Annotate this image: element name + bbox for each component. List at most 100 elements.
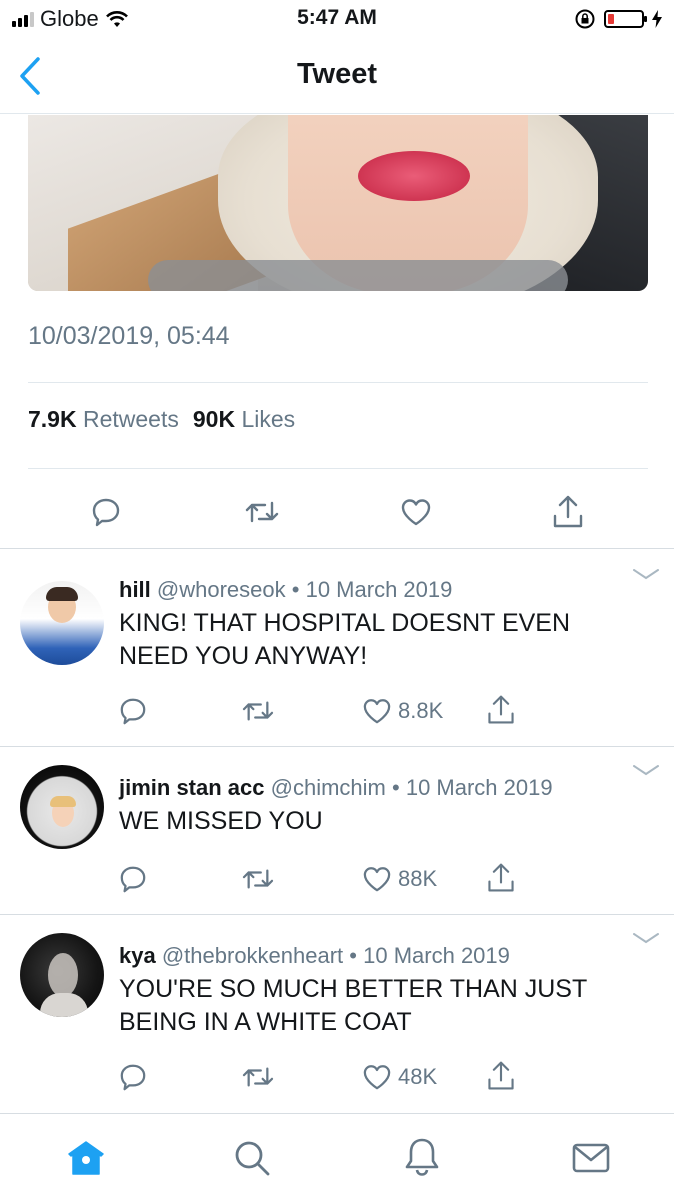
reply-text: WE MISSED YOU [119,805,639,838]
reply-author-name[interactable]: jimin stan acc [119,775,265,800]
avatar[interactable] [20,933,104,1017]
heart-icon [363,1065,391,1090]
reply-actions: 88K [0,861,674,897]
retweet-icon [242,701,274,721]
divider [28,382,648,383]
mail-icon [572,1143,610,1173]
dot-separator: • [392,775,400,800]
like-button[interactable] [360,1061,394,1093]
reply-icon [120,866,146,893]
like-button[interactable] [398,494,434,530]
tweet-timestamp: 10/03/2019, 05:44 [28,322,230,350]
retweet-button[interactable] [242,494,282,530]
reply-date: 10 March 2019 [405,775,553,800]
reply-button[interactable] [117,1061,149,1093]
reply-header: hill @whoreseok • 10 March 2019 [119,577,452,603]
retweets-stat[interactable]: 7.9K Retweets [28,406,179,433]
share-button[interactable] [484,693,518,727]
status-bar: Globe 5:47 AM [0,0,674,38]
share-button[interactable] [484,1059,518,1093]
tab-home[interactable] [64,1136,108,1180]
reply-date: 10 March 2019 [305,577,453,602]
reply-text-line: NEED YOU ANYWAY! [119,642,368,670]
divider [28,468,648,469]
tweet-actions [0,488,674,536]
share-icon [488,863,514,892]
battery-icon [604,10,647,28]
reply-item[interactable]: hill @whoreseok • 10 March 2019 KING! TH… [0,549,674,745]
heart-icon [363,867,391,892]
reply-text-line: BEING IN A WHITE COAT [119,1008,412,1036]
tab-notifications[interactable] [400,1134,444,1180]
charging-bolt-icon [652,10,662,28]
retweet-icon [242,1067,274,1087]
reply-text-line: KING! THAT HOSPITAL DOESNT EVEN [119,609,571,637]
tab-bar [0,1113,674,1200]
reply-icon [120,698,146,725]
reply-button[interactable] [88,494,124,530]
avatar[interactable] [20,581,104,665]
reply-text: YOU'RE SO MUCH BETTER THAN JUST BEING IN… [119,973,639,1039]
battery-level [608,14,614,24]
reply-button[interactable] [117,863,149,895]
share-icon [488,1061,514,1090]
retweets-label: Retweets [82,406,179,432]
reply-header: kya @thebrokkenheart • 10 March 2019 [119,943,510,969]
likes-label: Likes [241,406,296,432]
tab-messages[interactable] [568,1138,614,1178]
reply-actions: 8.8K [0,693,674,729]
reply-item[interactable]: jimin stan acc @chimchim • 10 March 2019… [0,747,674,913]
rotation-lock-icon [575,9,595,29]
like-button[interactable] [360,695,394,727]
bell-icon [405,1138,439,1176]
reply-author-name[interactable]: kya [119,943,156,968]
reply-text-line: WE MISSED YOU [119,807,323,835]
retweet-button[interactable] [240,863,276,895]
reply-header: jimin stan acc @chimchim • 10 March 2019 [119,775,553,801]
reply-author-handle[interactable]: @chimchim [271,775,386,800]
chevron-down-icon[interactable] [632,567,660,581]
share-icon [553,495,583,528]
chevron-down-icon[interactable] [632,931,660,945]
tab-search[interactable] [230,1136,274,1180]
reply-button[interactable] [117,695,149,727]
status-right [574,8,662,30]
like-count: 8.8K [398,698,444,723]
chevron-down-icon[interactable] [632,763,660,777]
likes-count: 90K [192,406,236,432]
tweet-stats: 7.9K Retweets 90K Likes [28,406,295,433]
share-icon [488,695,514,724]
nav-bar: Tweet [0,38,674,114]
avatar[interactable] [20,765,104,849]
status-time: 5:47 AM [297,6,377,29]
share-button[interactable] [550,492,586,532]
search-icon [235,1141,270,1176]
reply-icon [92,498,120,527]
likes-stat[interactable]: 90K Likes [193,406,295,433]
home-icon [68,1141,104,1175]
tweet-photo[interactable] [28,115,648,291]
retweet-icon [242,869,274,889]
retweet-icon [245,501,279,523]
reply-icon [120,1064,146,1091]
reply-author-handle[interactable]: @thebrokkenheart [162,943,343,968]
like-button[interactable] [360,863,394,895]
dot-separator: • [291,577,300,602]
dot-separator: • [349,943,357,968]
reply-author-handle[interactable]: @whoreseok [157,577,286,602]
reply-item[interactable]: kya @thebrokkenheart • 10 March 2019 YOU… [0,915,674,1111]
heart-icon [401,499,431,526]
reply-text: KING! THAT HOSPITAL DOESNT EVEN NEED YOU… [119,607,639,673]
reply-author-name[interactable]: hill [119,577,151,602]
retweet-button[interactable] [240,695,276,727]
like-count: 48K [398,1064,438,1089]
like-count: 88K [398,866,438,891]
retweets-count: 7.9K [28,406,77,432]
reply-actions: 48K [0,1059,674,1095]
heart-icon [363,699,391,724]
page-title: Tweet [296,58,378,90]
reply-date: 10 March 2019 [363,943,510,968]
retweet-button[interactable] [240,1061,276,1093]
share-button[interactable] [484,861,518,895]
reply-text-line: YOU'RE SO MUCH BETTER THAN JUST [119,975,588,1003]
